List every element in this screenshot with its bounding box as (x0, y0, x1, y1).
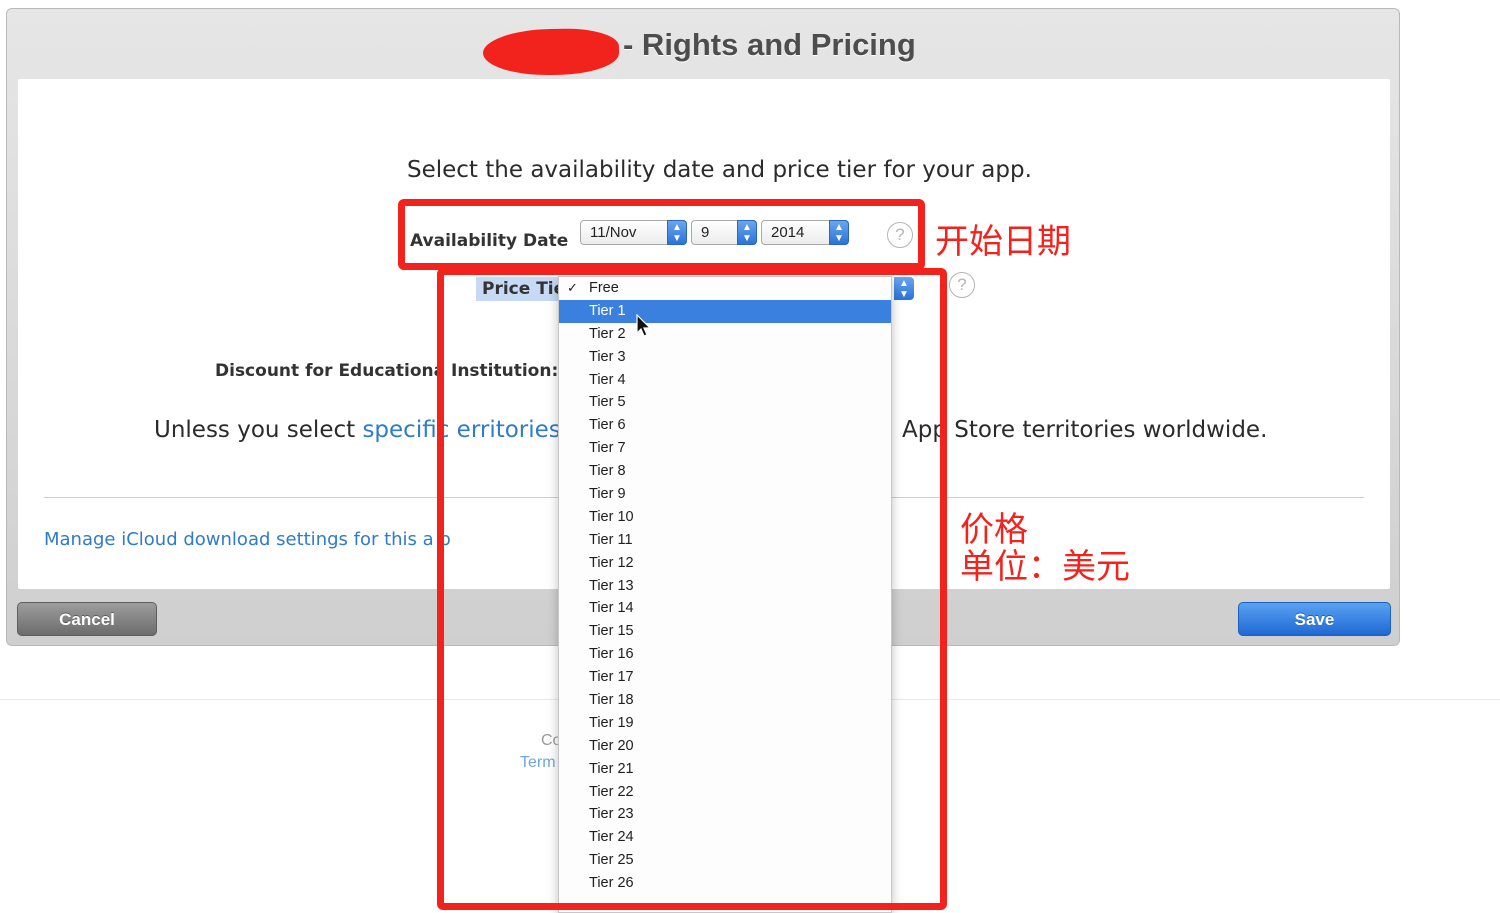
territories-worldwide-text: App Store territories worldwide. (902, 417, 1268, 443)
instruction-text: Select the availability date and price t… (407, 157, 1032, 183)
icloud-download-settings-link[interactable]: Manage iCloud download settings for this… (44, 529, 451, 550)
annotation-price-note-line2: 单位：美元 (960, 547, 1130, 587)
redacted-app-name (482, 27, 620, 77)
save-button[interactable]: Save (1238, 602, 1391, 636)
dialog-title: - Rights and Pricing (623, 27, 916, 62)
annotation-price-highlight-box (437, 268, 947, 910)
question-mark-icon[interactable]: ? (949, 272, 975, 298)
annotation-date-note: 开始日期 (935, 222, 1071, 262)
dialog-title-bar: - Rights and Pricing (7, 9, 1399, 79)
cancel-button[interactable]: Cancel (17, 602, 157, 636)
annotation-date-highlight-box (398, 199, 925, 270)
territories-prefix: Unless you select (154, 417, 363, 443)
